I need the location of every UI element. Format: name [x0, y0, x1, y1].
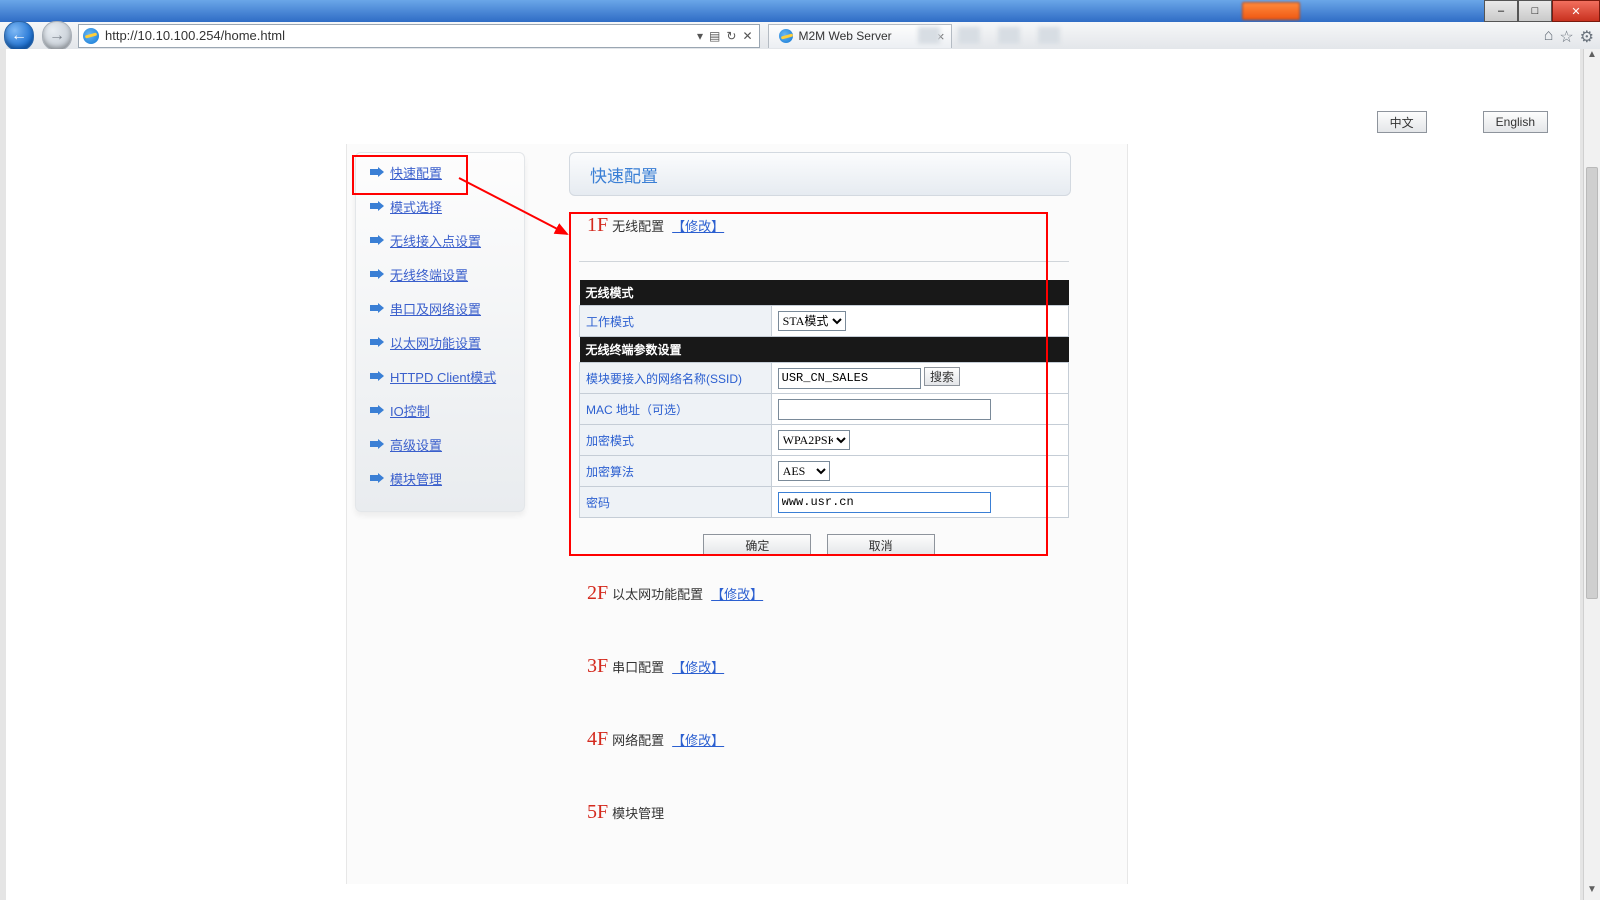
sidebar-item-module-manage[interactable]: 模块管理	[356, 463, 524, 493]
arrow-icon	[370, 473, 384, 483]
refresh-icon[interactable]: ↻	[726, 29, 736, 43]
home-icon[interactable]: ⌂	[1544, 27, 1554, 47]
arrow-icon	[370, 235, 384, 245]
section-4f-modify-link[interactable]: 【修改】	[672, 730, 724, 749]
browser-back-button[interactable]: ←	[4, 21, 34, 51]
arrow-icon	[370, 371, 384, 381]
main-panel: 快速配置 1F 无线配置 【修改】 无线模式 工作模式 STA模式 无线终端参数…	[569, 152, 1121, 884]
arrow-icon	[370, 337, 384, 347]
ie-icon	[83, 28, 99, 44]
section-4f-label: 网络配置	[612, 730, 664, 749]
sidebar-item-mode-select[interactable]: 模式选择	[356, 191, 524, 221]
sidebar-item-ap-settings[interactable]: 无线接入点设置	[356, 225, 524, 255]
ie-icon	[779, 29, 793, 43]
browser-viewport: 中文 English 快速配置 模式选择 无线接入点设置 无线终端设置 串口及网…	[0, 49, 1600, 900]
section-3f-index: 3F	[587, 655, 608, 678]
os-taskbar: – □ ✕	[0, 0, 1600, 22]
section-2f-index: 2F	[587, 582, 608, 605]
arrow-icon	[370, 405, 384, 415]
sidebar-item-httpd-client[interactable]: HTTPD Client模式	[356, 361, 524, 391]
window-close-button[interactable]: ✕	[1552, 0, 1600, 22]
tab-title: M2M Web Server	[799, 29, 892, 43]
section-5f-index: 5F	[587, 801, 608, 824]
favorites-icon[interactable]: ☆	[1559, 27, 1573, 47]
browser-toolbar: ← → ▾ ▤ ↻ ✕ M2M Web Server × ⌂ ☆ ⚙	[0, 22, 1600, 50]
sidebar: 快速配置 模式选择 无线接入点设置 无线终端设置 串口及网络设置 以太网功能设置…	[355, 152, 525, 512]
section-3f-label: 串口配置	[612, 657, 664, 676]
dropdown-icon[interactable]: ▾	[697, 29, 703, 43]
compat-icon[interactable]: ▤	[709, 29, 720, 43]
section-2f-modify-link[interactable]: 【修改】	[711, 584, 763, 603]
scroll-thumb[interactable]	[1586, 167, 1598, 599]
arrow-icon	[370, 167, 384, 177]
sidebar-item-sta-settings[interactable]: 无线终端设置	[356, 259, 524, 289]
annotation-highlight-main	[569, 212, 1048, 556]
section-2f-label: 以太网功能配置	[612, 584, 703, 603]
lang-chinese-button[interactable]: 中文	[1377, 111, 1427, 133]
arrow-icon	[370, 439, 384, 449]
scroll-up-icon[interactable]: ▲	[1584, 49, 1600, 65]
window-minimize-button[interactable]: –	[1484, 0, 1518, 22]
section-3f-modify-link[interactable]: 【修改】	[672, 657, 724, 676]
browser-forward-button[interactable]: →	[42, 21, 72, 51]
address-input[interactable]	[103, 25, 697, 47]
sidebar-item-advanced[interactable]: 高级设置	[356, 429, 524, 459]
vertical-scrollbar[interactable]: ▲ ▼	[1583, 49, 1600, 900]
stop-icon[interactable]: ✕	[742, 29, 752, 43]
sidebar-item-uart-net[interactable]: 串口及网络设置	[356, 293, 524, 323]
sidebar-item-io-control[interactable]: IO控制	[356, 395, 524, 425]
window-maximize-button[interactable]: □	[1518, 0, 1552, 22]
lang-english-button[interactable]: English	[1483, 111, 1548, 133]
address-bar[interactable]: ▾ ▤ ↻ ✕	[78, 24, 760, 48]
page-body: 中文 English 快速配置 模式选择 无线接入点设置 无线终端设置 串口及网…	[6, 49, 1580, 900]
scroll-down-icon[interactable]: ▼	[1584, 884, 1600, 900]
arrow-icon	[370, 201, 384, 211]
settings-gear-icon[interactable]: ⚙	[1580, 27, 1594, 47]
page-title-bar: 快速配置	[569, 152, 1071, 196]
arrow-icon	[370, 303, 384, 313]
page-title: 快速配置	[590, 162, 658, 187]
section-5f-label: 模块管理	[612, 803, 664, 822]
section-4f-index: 4F	[587, 728, 608, 751]
app-container: 快速配置 模式选择 无线接入点设置 无线终端设置 串口及网络设置 以太网功能设置…	[346, 144, 1128, 884]
sidebar-item-ethernet[interactable]: 以太网功能设置	[356, 327, 524, 357]
arrow-icon	[370, 269, 384, 279]
